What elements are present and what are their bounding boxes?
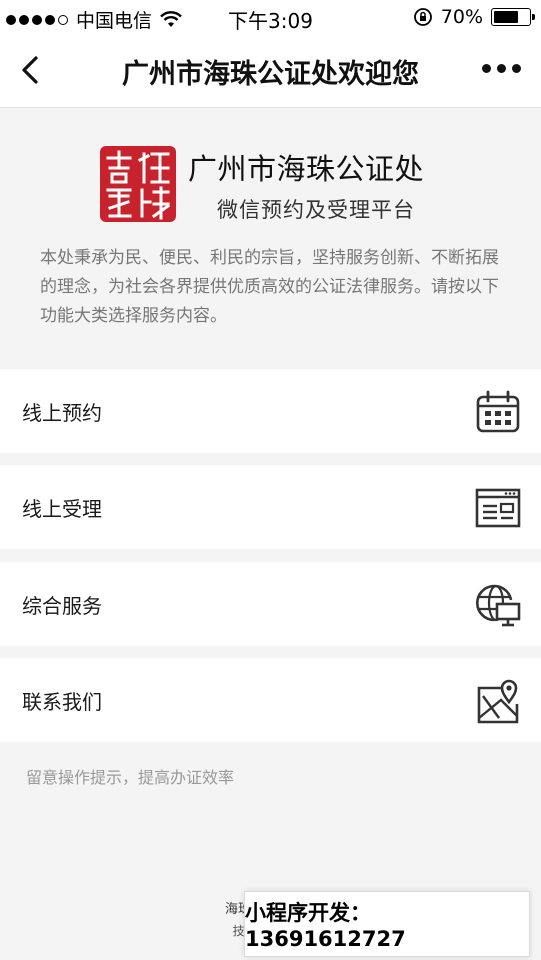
menu-item-label: 联系我们 bbox=[22, 689, 102, 714]
org-subtitle: 微信预约及受理平台 bbox=[217, 198, 415, 222]
seal-glyph-icon bbox=[106, 150, 171, 220]
notary-seal-logo bbox=[100, 146, 176, 222]
status-bar: 中国电信 下午3:09 70% bbox=[0, 0, 541, 34]
menu-item-label: 线上预约 bbox=[22, 400, 102, 425]
battery-percent: 70% bbox=[440, 6, 483, 28]
operation-hint: 留意操作提示，提高办证效率 bbox=[26, 768, 235, 787]
dot-icon bbox=[482, 64, 491, 73]
dot-icon bbox=[512, 64, 521, 73]
globe-monitor-icon bbox=[475, 584, 521, 627]
menu-item-appointment[interactable]: 线上预约 bbox=[0, 369, 541, 453]
rotation-lock-icon bbox=[413, 8, 432, 26]
page-title: 广州市海珠公证处欢迎您 bbox=[122, 59, 419, 90]
menu-item-contact-us[interactable]: 联系我们 bbox=[0, 658, 541, 742]
menu-item-general-services[interactable]: 综合服务 bbox=[0, 562, 541, 646]
back-button[interactable] bbox=[14, 52, 50, 88]
browser-window-icon bbox=[475, 488, 521, 528]
intro-text: 本处秉承为民、便民、利民的宗旨，坚持服务创新、不断拓展的理念，为社会各界提供优质… bbox=[40, 248, 499, 326]
map-pin-icon bbox=[477, 679, 519, 724]
menu-item-label: 线上受理 bbox=[22, 496, 102, 521]
status-right: 70% bbox=[413, 6, 535, 28]
menu-item-label: 综合服务 bbox=[22, 593, 102, 618]
battery-fill bbox=[494, 11, 518, 23]
battery-icon bbox=[491, 8, 535, 26]
developer-contact-banner[interactable]: 小程序开发：13691612727 bbox=[244, 891, 530, 957]
calendar-icon bbox=[476, 390, 520, 433]
nav-bar: 广州市海珠公证处欢迎您 bbox=[0, 34, 541, 108]
menu-item-online-processing[interactable]: 线上受理 bbox=[0, 465, 541, 549]
dot-icon bbox=[497, 64, 506, 73]
header: 广州市海珠公证处 微信预约及受理平台 本处秉承为民、便民、利民的宗旨，坚持服务创… bbox=[0, 108, 541, 368]
more-options-button[interactable] bbox=[482, 64, 521, 73]
org-name: 广州市海珠公证处 bbox=[188, 152, 425, 186]
